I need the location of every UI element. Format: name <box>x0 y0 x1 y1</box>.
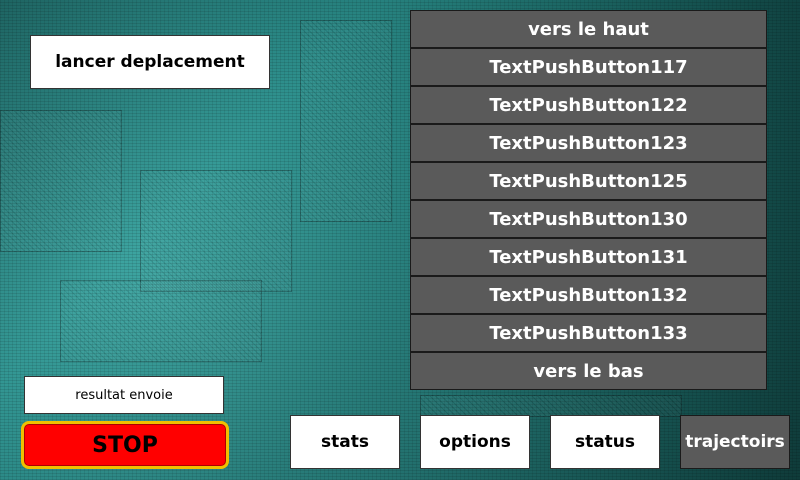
list-item-button[interactable]: TextPushButton130 <box>410 200 767 238</box>
list-item-button[interactable]: TextPushButton123 <box>410 124 767 162</box>
result-display: resultat envoie <box>24 376 224 414</box>
scroll-down-button[interactable]: vers le bas <box>410 352 767 390</box>
scroll-up-button[interactable]: vers le haut <box>410 10 767 48</box>
list-item-button[interactable]: TextPushButton131 <box>410 238 767 276</box>
stats-button[interactable]: stats <box>290 415 400 469</box>
status-button[interactable]: status <box>550 415 660 469</box>
launch-movement-button[interactable]: lancer deplacement <box>30 35 270 89</box>
background-pattern <box>140 170 292 292</box>
list-item-button[interactable]: TextPushButton132 <box>410 276 767 314</box>
background-pattern <box>300 20 392 222</box>
list-item-button[interactable]: TextPushButton122 <box>410 86 767 124</box>
background-pattern <box>60 280 262 362</box>
options-button[interactable]: options <box>420 415 530 469</box>
background-pattern <box>0 110 122 252</box>
trajectories-button[interactable]: trajectoirs <box>680 415 790 469</box>
list-item-button[interactable]: TextPushButton133 <box>410 314 767 352</box>
stop-button[interactable]: STOP <box>21 421 229 469</box>
list-item-button[interactable]: TextPushButton125 <box>410 162 767 200</box>
list-item-button[interactable]: TextPushButton117 <box>410 48 767 86</box>
background-pattern <box>420 395 682 417</box>
